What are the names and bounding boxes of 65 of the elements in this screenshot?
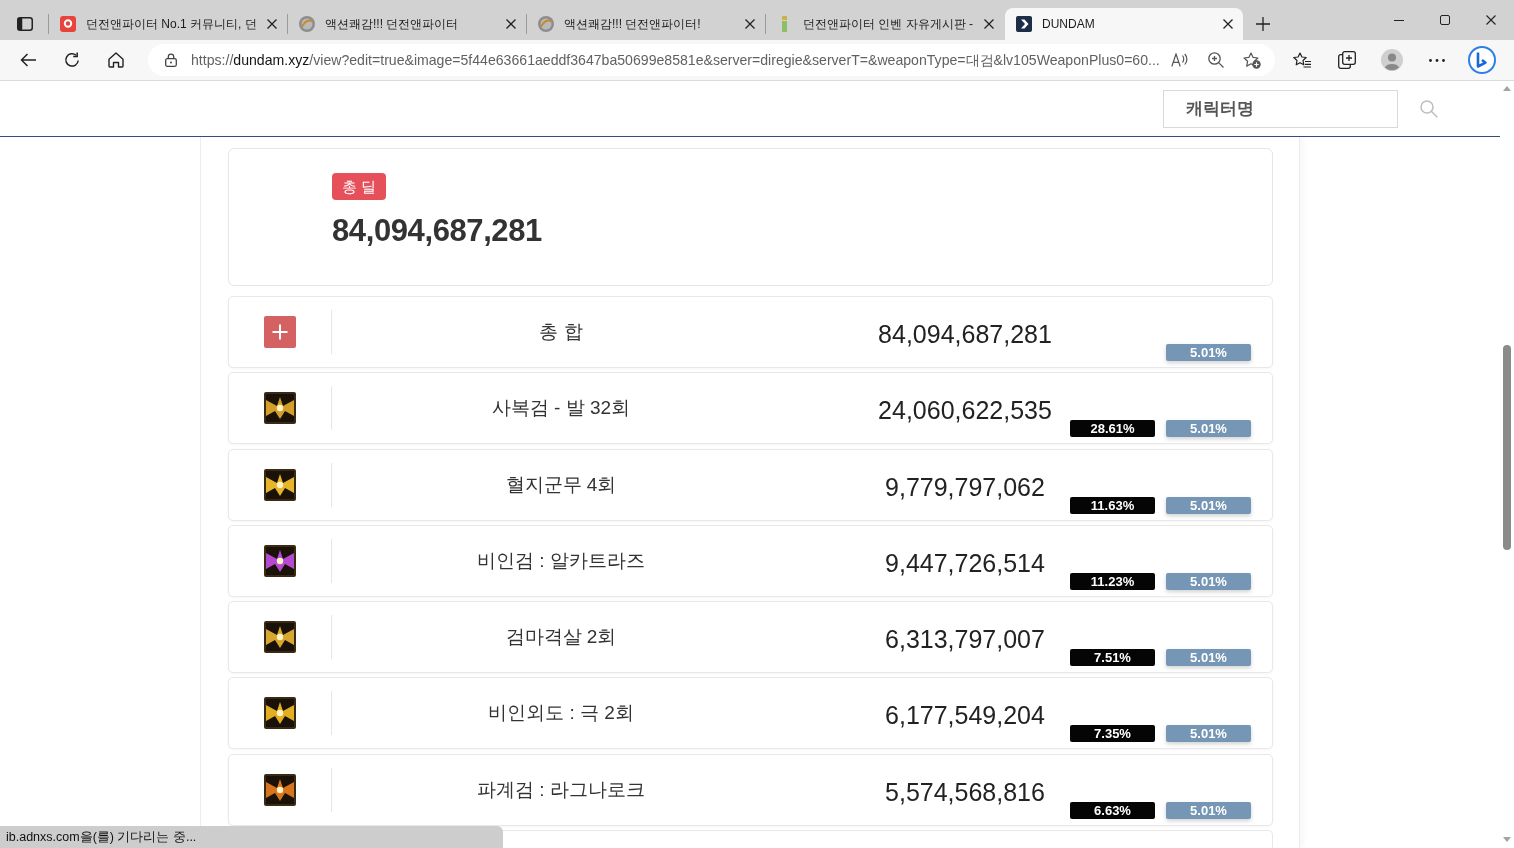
squares-plus-icon[interactable] (1338, 51, 1356, 69)
lock-icon (165, 53, 177, 67)
percent-badge: 5.01% (1166, 725, 1251, 743)
status-bar: ib.adnxs.com을(를) 기다리는 중... (0, 826, 503, 848)
skill-name: 비인검 : 알카트라즈 (477, 548, 645, 573)
label-badge: 총 딜 (332, 173, 387, 200)
search-field[interactable]: 캐릭터명 (1163, 90, 1398, 128)
share-percent-badge: 6.63% (1070, 801, 1155, 819)
window-icon[interactable] (17, 17, 33, 31)
browser-tab[interactable]: 던전앤파이터 No.1 커뮤니티, 던 (49, 8, 287, 40)
percent-badge: 5.01% (1166, 496, 1251, 514)
minimize-icon[interactable] (1394, 19, 1404, 21)
percent-badge: 5.01% (1166, 344, 1251, 361)
zoom-in-icon[interactable] (1208, 52, 1224, 68)
share-percent-badge: 7.51% (1070, 649, 1155, 667)
percent-badge: 5.01% (1166, 649, 1251, 667)
close-icon[interactable] (506, 19, 516, 29)
scrollbar-thumb[interactable] (1503, 345, 1511, 550)
browser-tab[interactable]: DUNDAM (1005, 8, 1243, 40)
avatar-icon[interactable] (1381, 49, 1403, 71)
address-field[interactable]: https://dundam.xyz/view?edit=true&image=5f44e63661aeddf3647ba50699e8581e&server=diregie&serverT=&weaponType=대검&lv105WeaponPlus0=60... (148, 44, 1275, 76)
percent-badge: 5.01% (1166, 572, 1251, 590)
damage-value: 9,779,797,062 (885, 472, 1045, 502)
close-icon[interactable] (1486, 15, 1496, 25)
close-icon[interactable] (267, 19, 277, 29)
share-percent-badge: 11.23% (1070, 572, 1155, 590)
damage-value: 9,447,726,514 (885, 548, 1045, 578)
close-icon[interactable] (984, 19, 994, 29)
star-list-icon[interactable] (1293, 52, 1311, 68)
star-plus-icon[interactable] (1243, 51, 1261, 69)
home-icon[interactable] (108, 52, 124, 68)
emblem-logo-icon (538, 16, 554, 32)
refresh-icon[interactable] (64, 52, 80, 68)
share-percent-badge: 11.63% (1070, 496, 1155, 514)
skill-name: 검마격살 2회 (505, 625, 617, 650)
damage-value: 24,060,622,535 (878, 396, 1052, 426)
arrow-left-icon[interactable] (20, 53, 36, 67)
share-percent-badge: 28.61% (1070, 420, 1155, 438)
damage-value: 6,177,549,204 (885, 701, 1045, 731)
skill-name: 사복검 - 발 32회 (491, 396, 631, 421)
share-percent-badge: 7.35% (1070, 725, 1155, 743)
skill-name: 파계검 : 라그나로크 (477, 777, 645, 802)
browser-tab[interactable]: 액션쾌감!!! 던전앤파이터 (288, 8, 526, 40)
skill-name: 비인외도 : 극 2회 (488, 701, 634, 726)
more-icon[interactable] (1429, 58, 1445, 62)
damage-value: 6,313,797,007 (885, 625, 1045, 655)
total-damage-value: 84,094,687,281 (332, 213, 542, 249)
percent-badge: 5.01% (1166, 420, 1251, 438)
round-logo-icon[interactable] (1468, 46, 1496, 74)
tile-logo-icon (60, 16, 76, 32)
plus-icon[interactable] (264, 316, 296, 348)
damage-value: 5,574,568,816 (885, 777, 1045, 807)
emblem-logo-icon (299, 16, 315, 32)
total-label: 총 합 (539, 320, 583, 344)
skill-name: 혈지군무 4회 (505, 472, 617, 497)
square-logo-icon (1016, 16, 1032, 32)
read-aloud-icon[interactable] (1171, 53, 1189, 67)
plus-icon[interactable] (1256, 17, 1270, 31)
browser-tab[interactable]: 액션쾌감!!! 던전앤파이터! (527, 8, 765, 40)
browser-tab[interactable]: 던전앤파이터 인벤 자유게시판 - (766, 8, 1004, 40)
percent-badge: 5.01% (1166, 801, 1251, 819)
damage-value: 84,094,687,281 (878, 320, 1052, 349)
close-icon[interactable] (745, 19, 755, 29)
maximize-icon[interactable] (1440, 15, 1450, 25)
close-icon[interactable] (1223, 19, 1233, 29)
